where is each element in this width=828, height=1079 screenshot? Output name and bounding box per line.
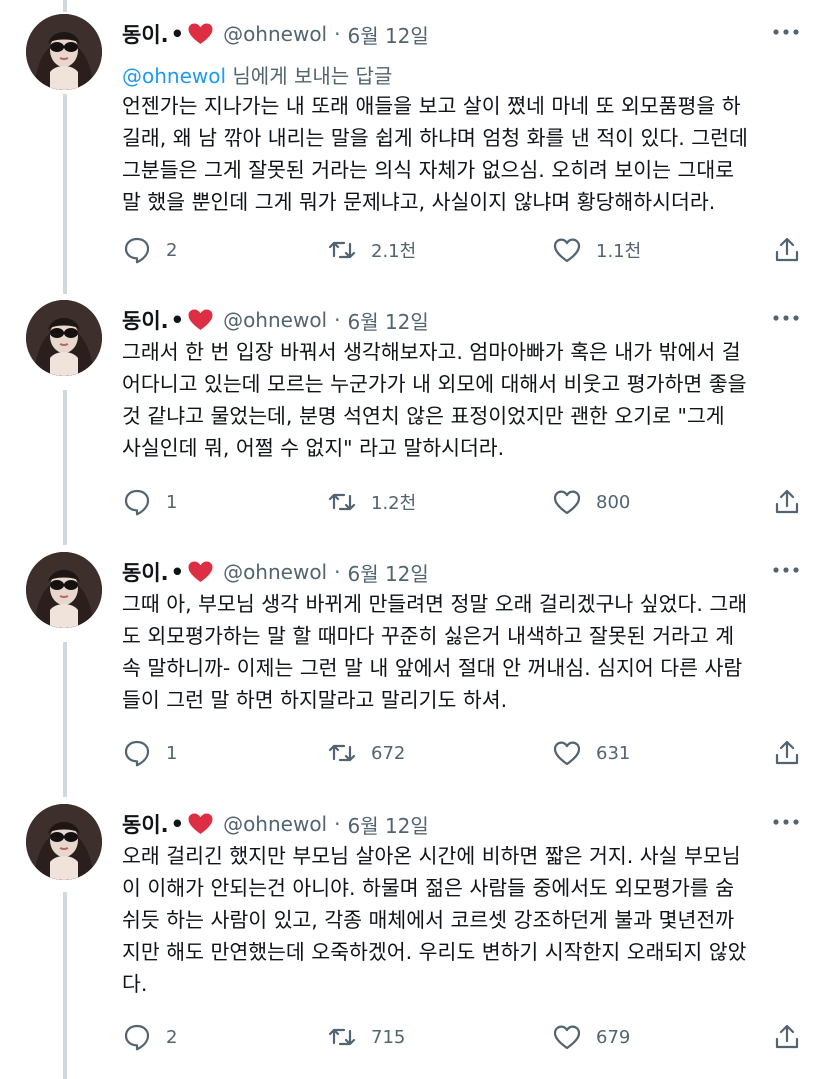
share-button[interactable] bbox=[772, 232, 802, 268]
name-mark: • bbox=[170, 308, 185, 332]
retweet-count: 672 bbox=[371, 742, 406, 764]
tweet-header: 동이. • @ohnewol · 6월 12일 bbox=[122, 808, 429, 840]
retweet-icon bbox=[327, 1022, 357, 1052]
reply-count: 2 bbox=[166, 1026, 178, 1048]
separator: · bbox=[334, 812, 341, 836]
more-options-icon[interactable] bbox=[772, 566, 800, 574]
separator: · bbox=[334, 308, 341, 332]
reply-to-handle-link[interactable]: @ohnewol bbox=[122, 64, 226, 88]
retweet-icon bbox=[327, 235, 357, 265]
user-handle[interactable]: @ohnewol bbox=[223, 812, 327, 836]
name-mark: • bbox=[170, 560, 185, 584]
thread-line bbox=[63, 642, 67, 797]
retweet-count: 1.2천 bbox=[371, 493, 417, 514]
reply-icon bbox=[122, 1022, 152, 1052]
reply-button[interactable]: 2 bbox=[122, 1019, 177, 1055]
display-name[interactable]: 동이. bbox=[122, 809, 169, 839]
heart-outline-icon bbox=[552, 487, 582, 517]
display-name[interactable]: 동이. bbox=[122, 305, 169, 335]
tweet-date[interactable]: 6월 12일 bbox=[347, 20, 428, 49]
avatar[interactable] bbox=[26, 552, 102, 628]
like-count: 800 bbox=[596, 491, 631, 513]
like-count: 631 bbox=[596, 742, 631, 764]
retweet-button[interactable]: 2.1천 bbox=[327, 232, 416, 268]
red-heart-emoji-icon bbox=[188, 23, 213, 45]
tweet-actions: 1 672 631 bbox=[122, 735, 812, 771]
red-heart-emoji-icon bbox=[188, 813, 213, 835]
red-heart-emoji-icon bbox=[188, 309, 213, 331]
thread-line bbox=[63, 390, 67, 545]
share-icon bbox=[772, 1022, 802, 1052]
tweet-header: 동이. • @ohnewol · 6월 12일 bbox=[122, 304, 429, 336]
heart-outline-icon bbox=[552, 235, 582, 265]
reply-count: 2 bbox=[166, 239, 178, 261]
avatar[interactable] bbox=[26, 14, 102, 90]
reply-to-label: 님에게 보내는 답글 bbox=[226, 64, 393, 88]
like-button[interactable]: 631 bbox=[552, 735, 630, 771]
retweet-icon bbox=[327, 738, 357, 768]
tweet-text: 그래서 한 번 입장 바꿔서 생각해보자고. 엄마아빠가 혹은 내가 밖에서 걸… bbox=[122, 340, 747, 460]
retweet-button[interactable]: 1.2천 bbox=[327, 484, 416, 520]
reply-button[interactable]: 1 bbox=[122, 484, 177, 520]
user-handle[interactable]: @ohnewol bbox=[223, 560, 327, 584]
more-options-icon[interactable] bbox=[772, 818, 800, 826]
heart-outline-icon bbox=[552, 738, 582, 768]
heart-outline-icon bbox=[552, 1022, 582, 1052]
separator: · bbox=[334, 560, 341, 584]
display-name[interactable]: 동이. bbox=[122, 557, 169, 587]
share-icon bbox=[772, 738, 802, 768]
thread-line bbox=[63, 94, 67, 294]
retweet-count: 715 bbox=[371, 1026, 406, 1048]
red-heart-emoji-icon bbox=[188, 561, 213, 583]
like-button[interactable]: 1.1천 bbox=[552, 232, 641, 268]
retweet-button[interactable]: 672 bbox=[327, 735, 405, 771]
like-button[interactable]: 679 bbox=[552, 1019, 630, 1055]
user-handle[interactable]: @ohnewol bbox=[223, 22, 327, 46]
tweet-text: 오래 걸리긴 했지만 부모님 살아온 시간에 비하면 짧은 거지. 사실 부모님… bbox=[122, 844, 747, 996]
tweet-date[interactable]: 6월 12일 bbox=[347, 306, 428, 335]
replying-to-line: @ohnewol 님에게 보내는 답글 bbox=[122, 60, 392, 89]
display-name[interactable]: 동이. bbox=[122, 19, 169, 49]
retweet-button[interactable]: 715 bbox=[327, 1019, 405, 1055]
share-button[interactable] bbox=[772, 1019, 802, 1055]
separator: · bbox=[334, 22, 341, 46]
tweet-text: 언젠가는 지나가는 내 또래 애들을 보고 살이 쪘네 마네 또 외모품평을 하… bbox=[122, 94, 748, 214]
tweet-actions: 2 2.1천 1.1천 bbox=[122, 232, 812, 268]
retweet-icon bbox=[327, 487, 357, 517]
thread-line bbox=[63, 0, 67, 12]
reply-button[interactable]: 1 bbox=[122, 735, 177, 771]
reply-icon bbox=[122, 738, 152, 768]
share-button[interactable] bbox=[772, 484, 802, 520]
tweet-header: 동이. • @ohnewol · 6월 12일 bbox=[122, 556, 429, 588]
tweet-date[interactable]: 6월 12일 bbox=[347, 558, 428, 587]
share-icon bbox=[772, 487, 802, 517]
reply-count: 1 bbox=[166, 742, 178, 764]
like-button[interactable]: 800 bbox=[552, 484, 630, 520]
user-handle[interactable]: @ohnewol bbox=[223, 308, 327, 332]
reply-count: 1 bbox=[166, 491, 178, 513]
tweet-actions: 2 715 679 bbox=[122, 1019, 812, 1055]
share-icon bbox=[772, 235, 802, 265]
reply-button[interactable]: 2 bbox=[122, 232, 177, 268]
tweet-text: 그때 아, 부모님 생각 바뀌게 만들려면 정말 오래 걸리겠구나 싶었다. 그… bbox=[122, 592, 748, 712]
avatar[interactable] bbox=[26, 804, 102, 880]
thread-line bbox=[63, 892, 67, 1079]
like-count: 1.1천 bbox=[596, 241, 642, 262]
tweet-header: 동이. • @ohnewol · 6월 12일 bbox=[122, 18, 429, 50]
retweet-count: 2.1천 bbox=[371, 241, 417, 262]
more-options-icon[interactable] bbox=[772, 28, 800, 36]
more-options-icon[interactable] bbox=[772, 314, 800, 322]
tweet-date[interactable]: 6월 12일 bbox=[347, 810, 428, 839]
name-mark: • bbox=[170, 812, 185, 836]
share-button[interactable] bbox=[772, 735, 802, 771]
reply-icon bbox=[122, 235, 152, 265]
avatar[interactable] bbox=[26, 300, 102, 376]
tweet-actions: 1 1.2천 800 bbox=[122, 484, 812, 520]
name-mark: • bbox=[170, 22, 185, 46]
reply-icon bbox=[122, 487, 152, 517]
like-count: 679 bbox=[596, 1026, 631, 1048]
